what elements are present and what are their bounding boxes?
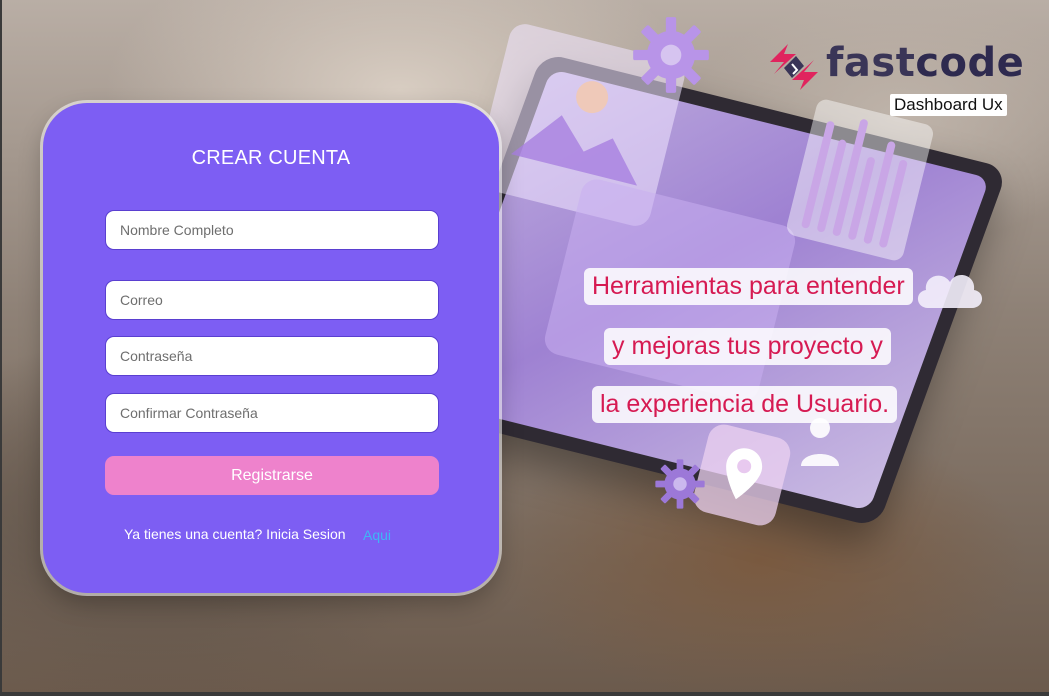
login-link[interactable]: Aqui <box>363 527 391 543</box>
fastcode-logo-icon <box>770 44 818 90</box>
tagline-line-2: y mejoras tus proyecto y <box>604 328 891 365</box>
confirm-password-input[interactable] <box>105 393 439 433</box>
gear-icon <box>655 459 705 509</box>
tagline-line-3: la experiencia de Usuario. <box>592 386 898 423</box>
tagline-line-1: Herramientas para entender <box>584 268 913 305</box>
form-title: CREAR CUENTA <box>191 147 351 169</box>
gear-icon <box>633 17 709 93</box>
brand-name: fastcode <box>826 40 1025 86</box>
password-input[interactable] <box>105 336 439 376</box>
register-form-card: CREAR CUENTA Registrarse Ya tienes una c… <box>43 103 499 593</box>
cloud-icon <box>917 275 983 308</box>
register-button[interactable]: Registrarse <box>105 456 439 495</box>
brand-subtitle: Dashboard Ux <box>890 94 1007 116</box>
email-input[interactable] <box>105 280 439 320</box>
full-name-input[interactable] <box>105 210 439 250</box>
brand-logo[interactable]: fastcode Dashboard Ux <box>766 40 1025 120</box>
login-prompt: Ya tienes una cuenta? Inicia Sesion <box>124 526 346 542</box>
